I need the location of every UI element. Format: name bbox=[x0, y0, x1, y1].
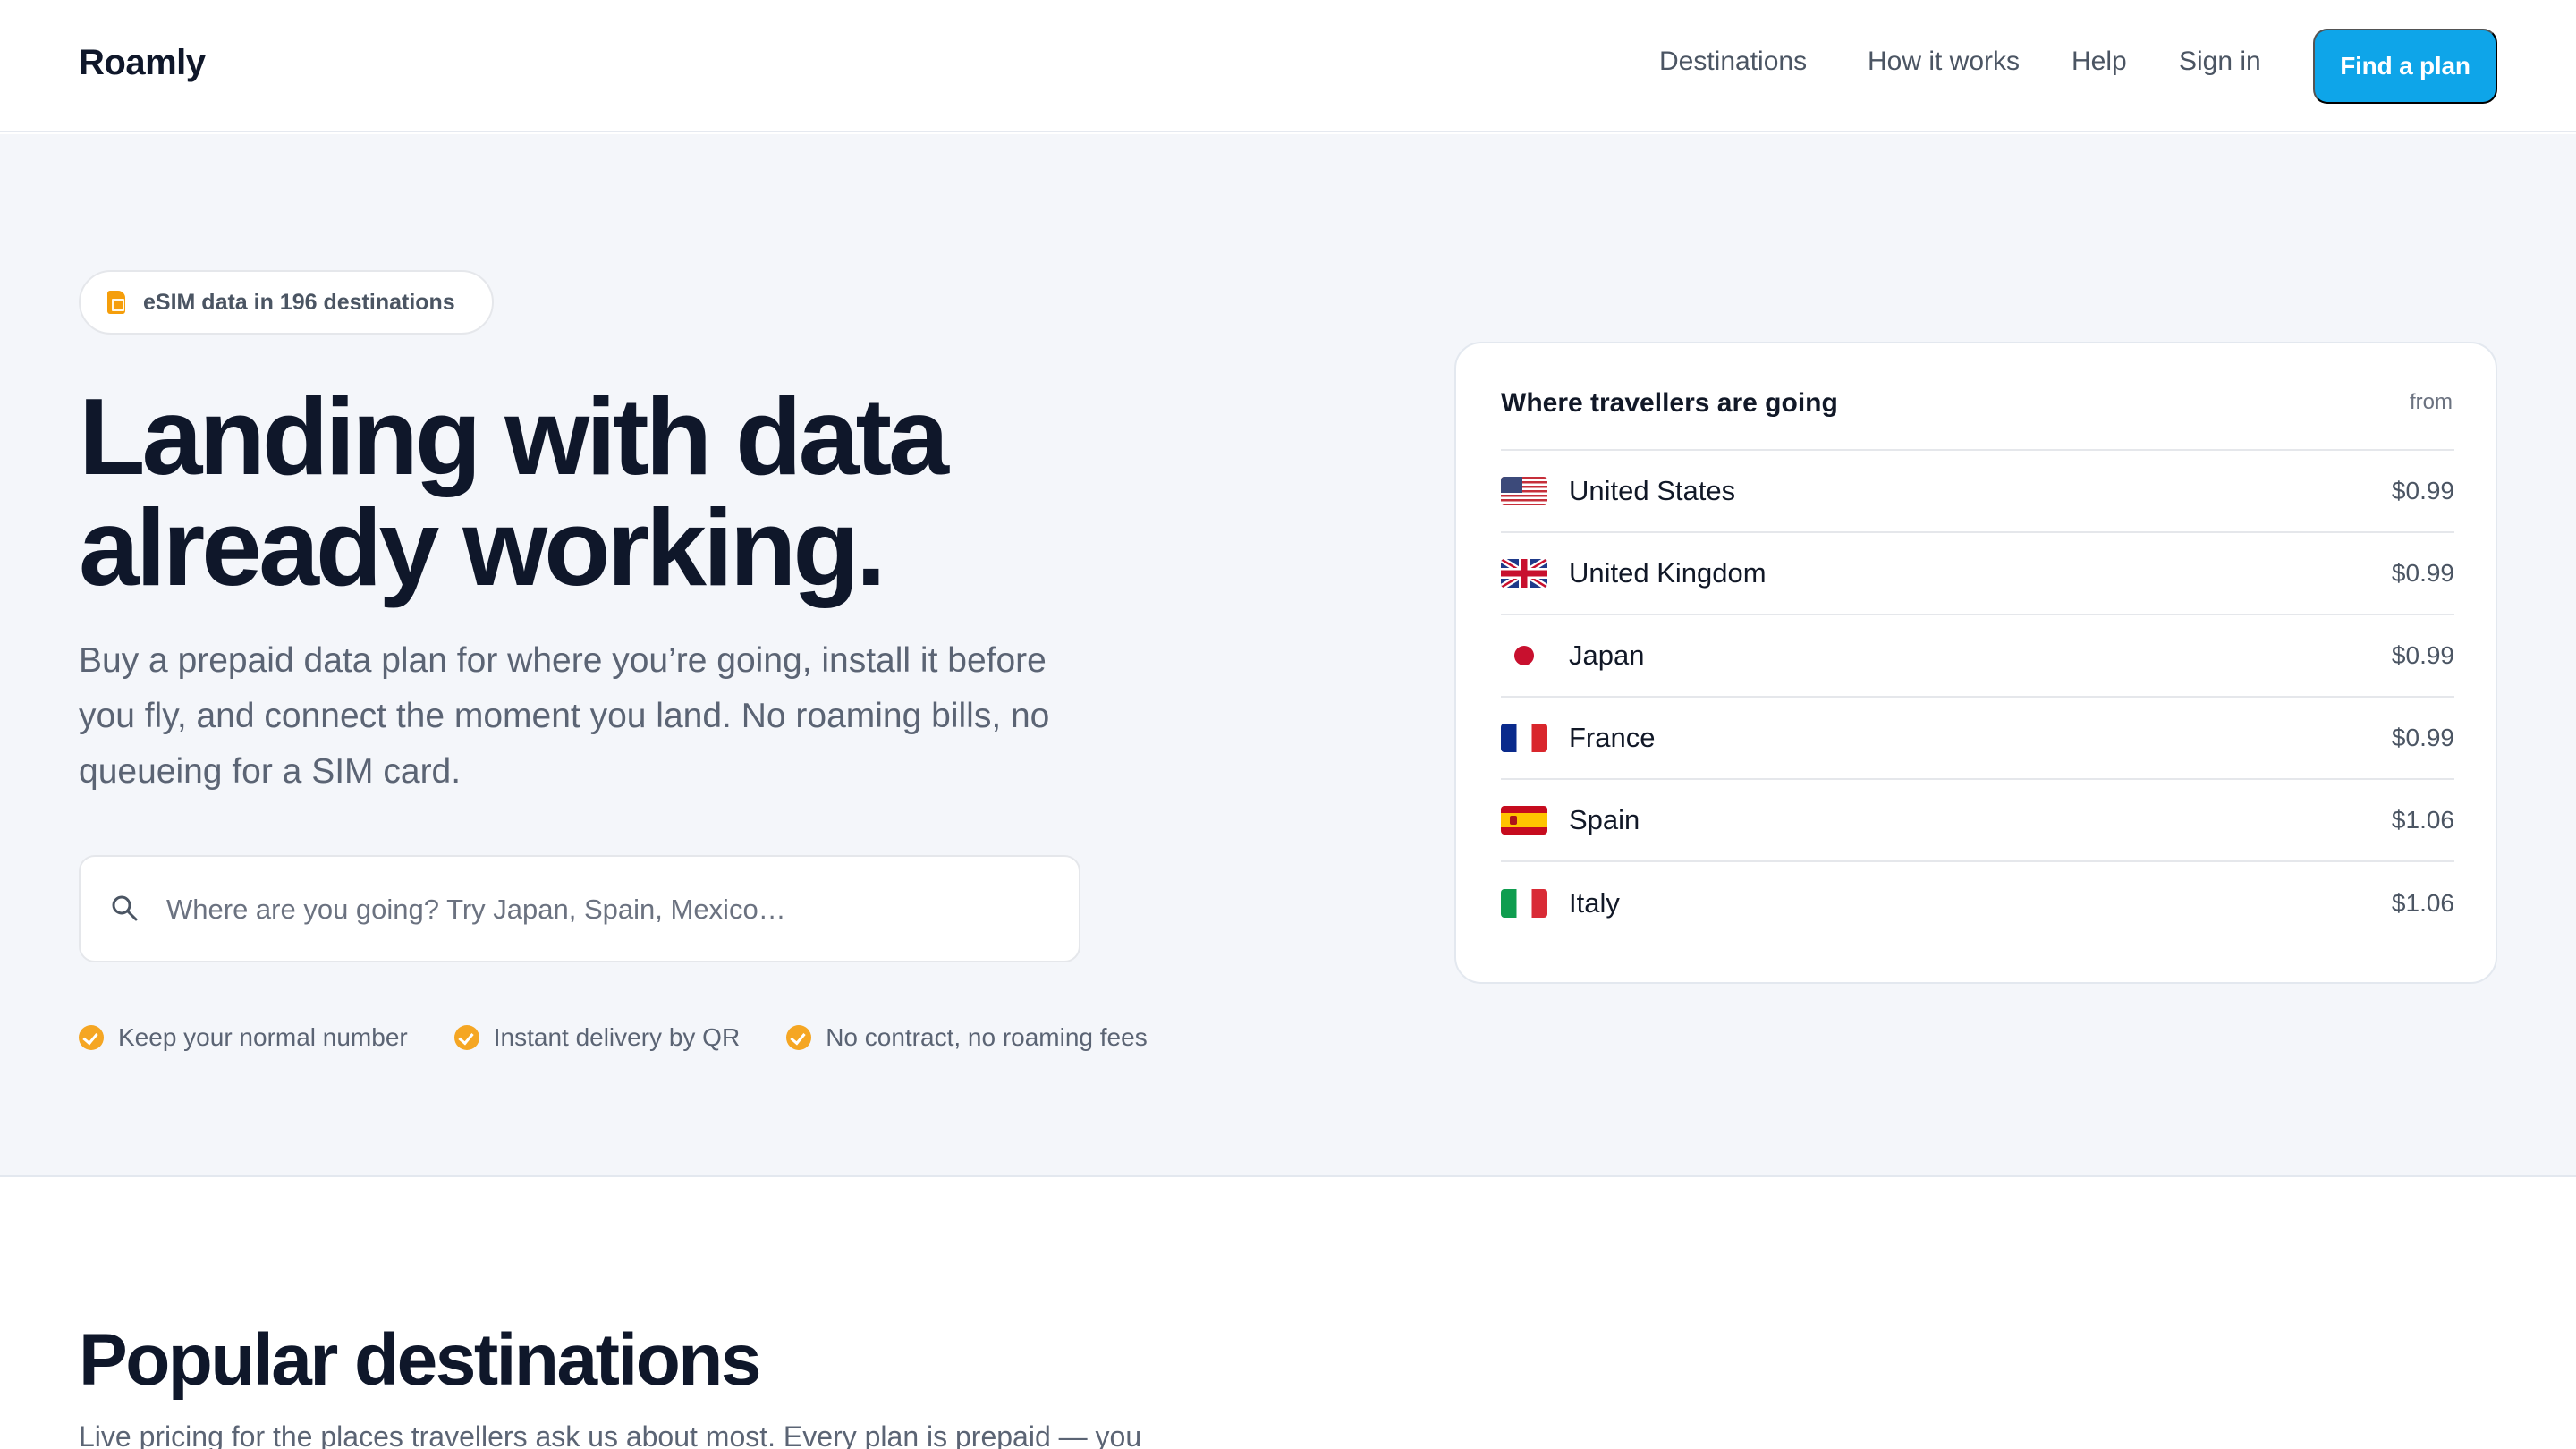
japan-flag-icon bbox=[1501, 641, 1547, 670]
badge-label: eSIM data in 196 destinations bbox=[143, 289, 455, 315]
from-label: from bbox=[2410, 390, 2453, 414]
us-flag-icon bbox=[1501, 477, 1547, 505]
destination-row-japan[interactable]: Japan $0.99 bbox=[1501, 615, 2454, 698]
destination-row-spain[interactable]: Spain $1.06 bbox=[1501, 780, 2454, 862]
top-nav: Roamly Destinations How it works Help Si… bbox=[0, 0, 2576, 132]
perk-label: No contract, no roaming fees bbox=[826, 1023, 1148, 1051]
perk-item: Keep your normal number bbox=[79, 1023, 408, 1052]
check-circle-icon bbox=[79, 1025, 104, 1050]
trending-destinations-card: Where travellers are going from United S… bbox=[1454, 342, 2497, 984]
destination-row-france[interactable]: France $0.99 bbox=[1501, 698, 2454, 780]
headline-line-1: Landing with data bbox=[79, 376, 949, 497]
nav-link-sign-in[interactable]: Sign in bbox=[2179, 47, 2261, 77]
destination-row-italy[interactable]: Italy $1.06 bbox=[1501, 862, 2454, 945]
check-circle-icon bbox=[453, 1025, 479, 1050]
country-name: Spain bbox=[1569, 804, 1640, 835]
perk-label: Keep your normal number bbox=[118, 1023, 408, 1051]
uk-flag-icon bbox=[1501, 559, 1547, 588]
perk-label: Instant delivery by QR bbox=[493, 1023, 741, 1051]
perks-list: Keep your normal number Instant delivery… bbox=[79, 1020, 1194, 1055]
nav-link-how-it-works[interactable]: How it works bbox=[1868, 47, 2020, 77]
country-name: Japan bbox=[1569, 640, 1645, 671]
destination-search[interactable] bbox=[79, 855, 1080, 962]
popular-destinations-subtitle: Live pricing for the places travellers a… bbox=[79, 1420, 1142, 1449]
price-label: $0.99 bbox=[2391, 724, 2454, 751]
destination-list: United States $0.99 United Kingdom $0.99… bbox=[1501, 451, 2454, 945]
hero-section: eSIM data in 196 destinations Landing wi… bbox=[0, 134, 2576, 1177]
country-name: France bbox=[1569, 722, 1656, 753]
spain-flag-icon bbox=[1501, 806, 1547, 835]
france-flag-icon bbox=[1501, 724, 1547, 752]
brand-logo[interactable]: Roamly bbox=[79, 43, 206, 83]
destination-row-united-kingdom[interactable]: United Kingdom $0.99 bbox=[1501, 533, 2454, 615]
hero-headline: Landing with data already working. bbox=[79, 381, 1152, 603]
headline-line-2: already working. bbox=[79, 487, 886, 608]
find-a-plan-button[interactable]: Find a plan bbox=[2313, 29, 2497, 104]
price-label: $0.99 bbox=[2391, 559, 2454, 587]
country-name: United Kingdom bbox=[1569, 557, 1767, 589]
price-label: $0.99 bbox=[2391, 477, 2454, 504]
search-input[interactable] bbox=[166, 875, 1052, 945]
search-icon bbox=[112, 895, 138, 921]
destinations-badge: eSIM data in 196 destinations bbox=[79, 270, 494, 335]
perk-item: Instant delivery by QR bbox=[453, 1023, 741, 1052]
hero-subcopy: Buy a prepaid data plan for where you’re… bbox=[79, 641, 1050, 791]
country-name: Italy bbox=[1569, 887, 1620, 919]
destination-row-united-states[interactable]: United States $0.99 bbox=[1501, 451, 2454, 533]
price-label: $1.06 bbox=[2391, 806, 2454, 834]
country-name: United States bbox=[1569, 475, 1736, 506]
sim-card-icon bbox=[107, 291, 125, 314]
check-circle-icon bbox=[786, 1025, 812, 1050]
italy-flag-icon bbox=[1501, 889, 1547, 918]
price-label: $0.99 bbox=[2391, 641, 2454, 669]
nav-link-destinations[interactable]: Destinations bbox=[1659, 47, 1807, 77]
nav-link-help[interactable]: Help bbox=[2072, 47, 2127, 77]
perk-item: No contract, no roaming fees bbox=[786, 1023, 1148, 1052]
popular-destinations-title: Popular destinations bbox=[79, 1319, 762, 1401]
card-title: Where travellers are going bbox=[1501, 388, 1838, 418]
price-label: $1.06 bbox=[2391, 889, 2454, 917]
